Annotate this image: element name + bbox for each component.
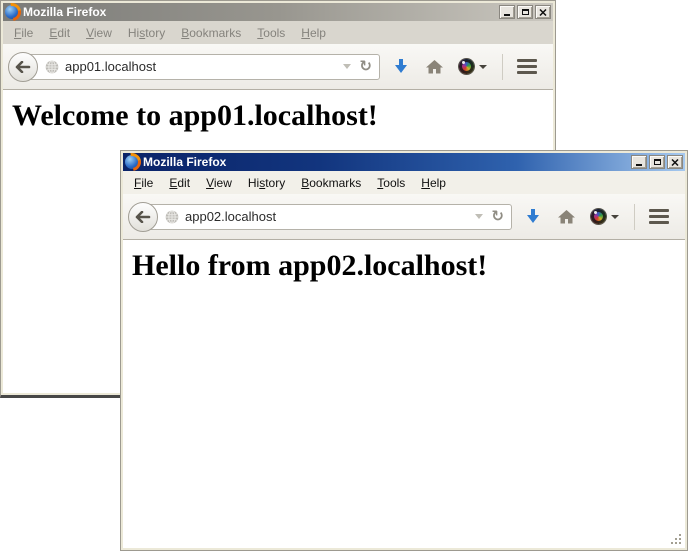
minimize-button[interactable] (499, 5, 515, 19)
close-icon (539, 9, 547, 16)
download-arrow-icon (526, 209, 540, 224)
downloads-button[interactable] (526, 209, 540, 224)
browser-window-app02: Mozilla Firefox File Edit View History B… (120, 150, 688, 551)
window-controls (499, 5, 551, 19)
back-arrow-icon (135, 211, 151, 223)
toolbar-separator (634, 204, 635, 230)
globe-icon (45, 60, 59, 74)
navigation-toolbar: ↻ (123, 194, 685, 240)
menu-file[interactable]: File (126, 176, 161, 190)
home-button[interactable] (558, 210, 575, 224)
app-menu-button[interactable] (649, 209, 669, 224)
menubar: File Edit View History Bookmarks Tools H… (123, 171, 685, 194)
url-input[interactable] (185, 209, 467, 224)
toolbar-separator (502, 54, 503, 80)
minimize-button[interactable] (631, 155, 647, 169)
aperture-icon (459, 59, 474, 74)
maximize-icon (522, 9, 529, 15)
close-button[interactable] (667, 155, 683, 169)
url-bar[interactable]: ↻ (24, 54, 380, 80)
globe-icon (165, 210, 179, 224)
menu-tools[interactable]: Tools (249, 26, 293, 40)
aperture-icon (591, 209, 606, 224)
window-controls (631, 155, 683, 169)
titlebar[interactable]: Mozilla Firefox (123, 153, 685, 171)
window-title: Mozilla Firefox (23, 5, 106, 19)
minimize-icon (636, 164, 642, 166)
menu-view[interactable]: View (198, 176, 240, 190)
caret-down-icon (479, 65, 487, 69)
page-heading: Welcome to app01.localhost! (3, 99, 553, 133)
menu-tools[interactable]: Tools (369, 176, 413, 190)
window-title: Mozilla Firefox (143, 155, 226, 169)
menu-bookmarks[interactable]: Bookmarks (173, 26, 249, 40)
firefox-logo-icon (125, 155, 139, 169)
maximize-icon (654, 159, 661, 165)
maximize-button[interactable] (649, 155, 665, 169)
menu-file[interactable]: File (6, 26, 41, 40)
reload-icon[interactable]: ↻ (359, 59, 372, 74)
back-button[interactable] (8, 52, 38, 82)
maximize-button[interactable] (517, 5, 533, 19)
downloads-button[interactable] (394, 59, 408, 74)
back-arrow-icon (15, 61, 31, 73)
page-heading: Hello from app02.localhost! (123, 249, 685, 283)
url-input[interactable] (65, 59, 335, 74)
hamburger-icon (649, 209, 669, 212)
url-bar[interactable]: ↻ (144, 204, 512, 230)
hamburger-icon (517, 59, 537, 62)
menu-help[interactable]: Help (293, 26, 334, 40)
url-dropdown-icon[interactable] (475, 214, 483, 219)
menu-bookmarks[interactable]: Bookmarks (293, 176, 369, 190)
menu-help[interactable]: Help (413, 176, 454, 190)
back-button[interactable] (128, 202, 158, 232)
menu-history[interactable]: History (240, 176, 293, 190)
close-button[interactable] (535, 5, 551, 19)
home-button[interactable] (426, 60, 443, 74)
home-icon (558, 210, 575, 224)
menubar: File Edit View History Bookmarks Tools H… (3, 21, 553, 44)
search-engine-button[interactable] (591, 209, 619, 224)
titlebar[interactable]: Mozilla Firefox (3, 3, 553, 21)
minimize-icon (504, 14, 510, 16)
caret-down-icon (611, 215, 619, 219)
download-arrow-icon (394, 59, 408, 74)
firefox-logo-icon (5, 5, 19, 19)
reload-icon[interactable]: ↻ (491, 209, 504, 224)
menu-view[interactable]: View (78, 26, 120, 40)
menu-edit[interactable]: Edit (161, 176, 198, 190)
navigation-toolbar: ↻ (3, 44, 553, 90)
url-dropdown-icon[interactable] (343, 64, 351, 69)
page-content: Hello from app02.localhost! (123, 240, 685, 548)
resize-grip[interactable] (671, 534, 683, 546)
app-menu-button[interactable] (517, 59, 537, 74)
search-engine-button[interactable] (459, 59, 487, 74)
menu-edit[interactable]: Edit (41, 26, 78, 40)
home-icon (426, 60, 443, 74)
close-icon (671, 159, 679, 166)
menu-history[interactable]: History (120, 26, 173, 40)
